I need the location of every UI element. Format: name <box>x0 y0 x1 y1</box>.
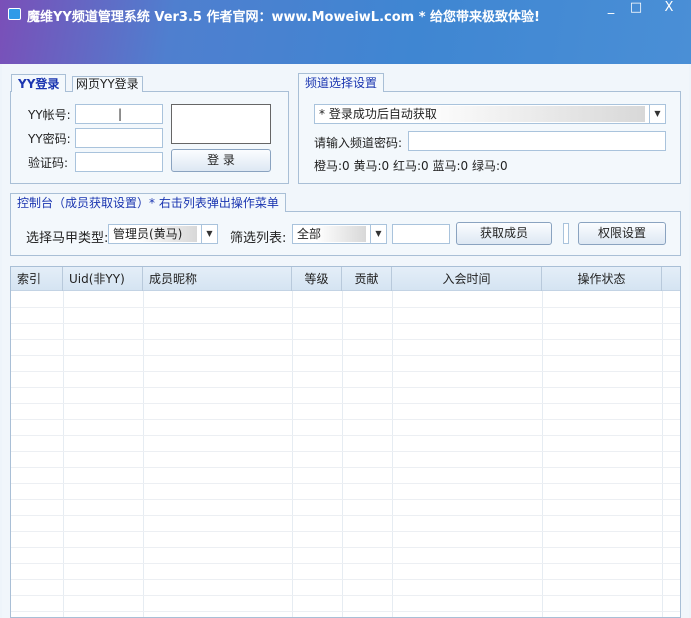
grid-row-line <box>11 339 680 340</box>
grid-row-line <box>11 387 680 388</box>
account-input[interactable]: | <box>75 104 163 124</box>
grid-row-line <box>11 467 680 468</box>
chevron-down-icon[interactable]: ▼ <box>201 225 217 243</box>
grid-row-line <box>11 595 680 596</box>
column-contribution[interactable]: 贡献 <box>342 267 392 291</box>
column-level[interactable]: 等级 <box>292 267 342 291</box>
login-button[interactable]: 登 录 <box>171 149 271 172</box>
column-uid[interactable]: Uid(非YY) <box>63 267 143 291</box>
close-button[interactable]: X <box>654 0 684 18</box>
password-input[interactable] <box>75 128 163 148</box>
tab-console[interactable]: 控制台（成员获取设置）* 右击列表弹出操作菜单 <box>10 193 286 212</box>
column-index[interactable]: 索引 <box>11 267 63 291</box>
fetch-members-button[interactable]: 获取成员 <box>456 222 552 245</box>
role-counts: 橙马:0 黄马:0 红马:0 蓝马:0 绿马:0 <box>314 159 508 173</box>
captcha-input[interactable] <box>75 152 163 172</box>
column-join-time[interactable]: 入会时间 <box>392 267 542 291</box>
column-status[interactable]: 操作状态 <box>542 267 662 291</box>
maximize-button[interactable]: □ <box>621 0 651 18</box>
tab-web-yy-login[interactable]: 网页YY登录 <box>72 76 143 92</box>
channel-select[interactable]: * 登录成功后自动获取 ▼ <box>314 104 666 124</box>
grid-row-line <box>11 371 680 372</box>
grid-row-line <box>11 307 680 308</box>
filter-label: 筛选列表: <box>230 231 287 246</box>
grid-row-line <box>11 483 680 484</box>
channel-select-value: * 登录成功后自动获取 <box>317 106 645 122</box>
chevron-down-icon[interactable]: ▼ <box>370 225 386 243</box>
column-nickname[interactable]: 成员昵称 <box>143 267 292 291</box>
grid-row-line <box>11 435 680 436</box>
account-label: YY帐号: <box>28 108 71 122</box>
captcha-label: 验证码: <box>28 156 69 170</box>
chevron-down-icon[interactable]: ▼ <box>649 105 665 123</box>
grid-row-line <box>11 579 680 580</box>
grid-row-line <box>11 403 680 404</box>
window-title: 魔维YY频道管理系统 Ver3.5 作者官网：www.MoweiwL.com *… <box>27 10 540 25</box>
grid-row-line <box>11 355 680 356</box>
filter-input[interactable] <box>392 224 450 244</box>
grid-row-line <box>11 419 680 420</box>
permission-settings-button[interactable]: 权限设置 <box>578 222 666 245</box>
grid-row-line <box>11 451 680 452</box>
captcha-image[interactable] <box>171 104 271 144</box>
filter-value: 全部 <box>295 226 366 242</box>
role-type-select[interactable]: 管理员(黄马) ▼ <box>108 224 218 244</box>
grid-row-line <box>11 563 680 564</box>
title-bar: 魔维YY频道管理系统 Ver3.5 作者官网：www.MoweiwL.com *… <box>0 0 691 64</box>
tab-channel-settings[interactable]: 频道选择设置 <box>298 73 385 92</box>
filter-select[interactable]: 全部 ▼ <box>292 224 387 244</box>
grid-row-line <box>11 515 680 516</box>
app-icon <box>8 8 21 20</box>
grid-row-line <box>11 547 680 548</box>
grid-row-line <box>11 323 680 324</box>
channel-password-input[interactable] <box>408 131 666 151</box>
role-type-label: 选择马甲类型: <box>26 231 109 246</box>
tab-yy-login[interactable]: YY登录 <box>11 74 67 92</box>
grid-row-line <box>11 611 680 612</box>
grid-row-line <box>11 499 680 500</box>
separator <box>563 223 569 244</box>
password-label: YY密码: <box>28 132 71 146</box>
role-type-value: 管理员(黄马) <box>111 226 197 242</box>
grid-row-line <box>11 531 680 532</box>
members-table[interactable]: 索引 Uid(非YY) 成员昵称 等级 贡献 入会时间 操作状态 <box>10 266 681 618</box>
channel-password-label: 请输入频道密码: <box>314 136 403 150</box>
table-header: 索引 Uid(非YY) 成员昵称 等级 贡献 入会时间 操作状态 <box>11 267 680 291</box>
